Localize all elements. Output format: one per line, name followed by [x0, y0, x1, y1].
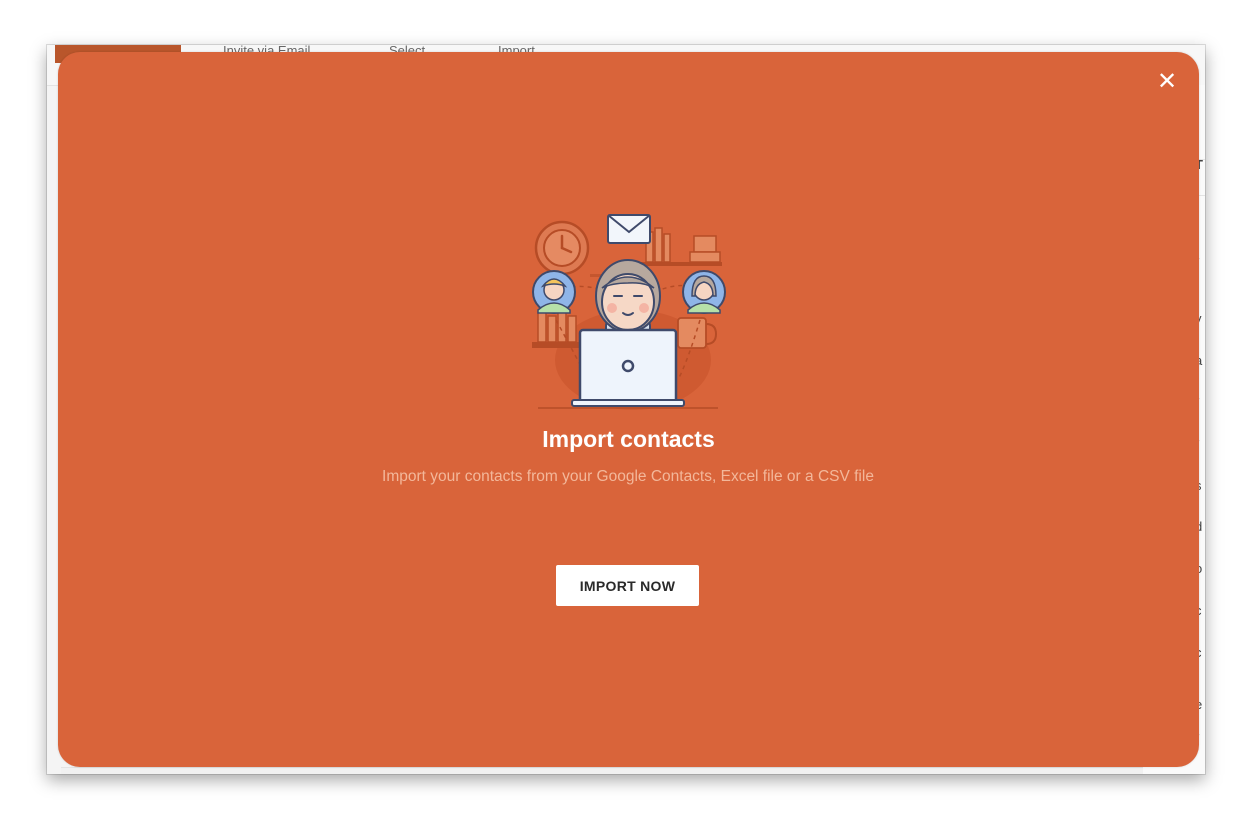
import-contacts-modal: ✕ Import contacts Import your contacts f… [58, 52, 1199, 767]
contact-avatar-right [682, 270, 726, 314]
modal-title: Import contacts [542, 426, 715, 452]
modal-description: Import your contacts from your Google Co… [382, 468, 874, 485]
mug-icon [677, 317, 718, 349]
close-icon[interactable]: ✕ [1156, 69, 1178, 93]
app-bottom-bar [61, 767, 1143, 774]
clock-icon [534, 220, 590, 276]
panel-text-fragment: n [1195, 771, 1202, 774]
contact-avatar-left [532, 270, 576, 314]
laptop-icon [571, 328, 685, 407]
import-now-button[interactable]: IMPORT NOW [556, 565, 699, 606]
person-at-laptop-illustration [532, 214, 726, 410]
envelope-icon [607, 214, 651, 244]
